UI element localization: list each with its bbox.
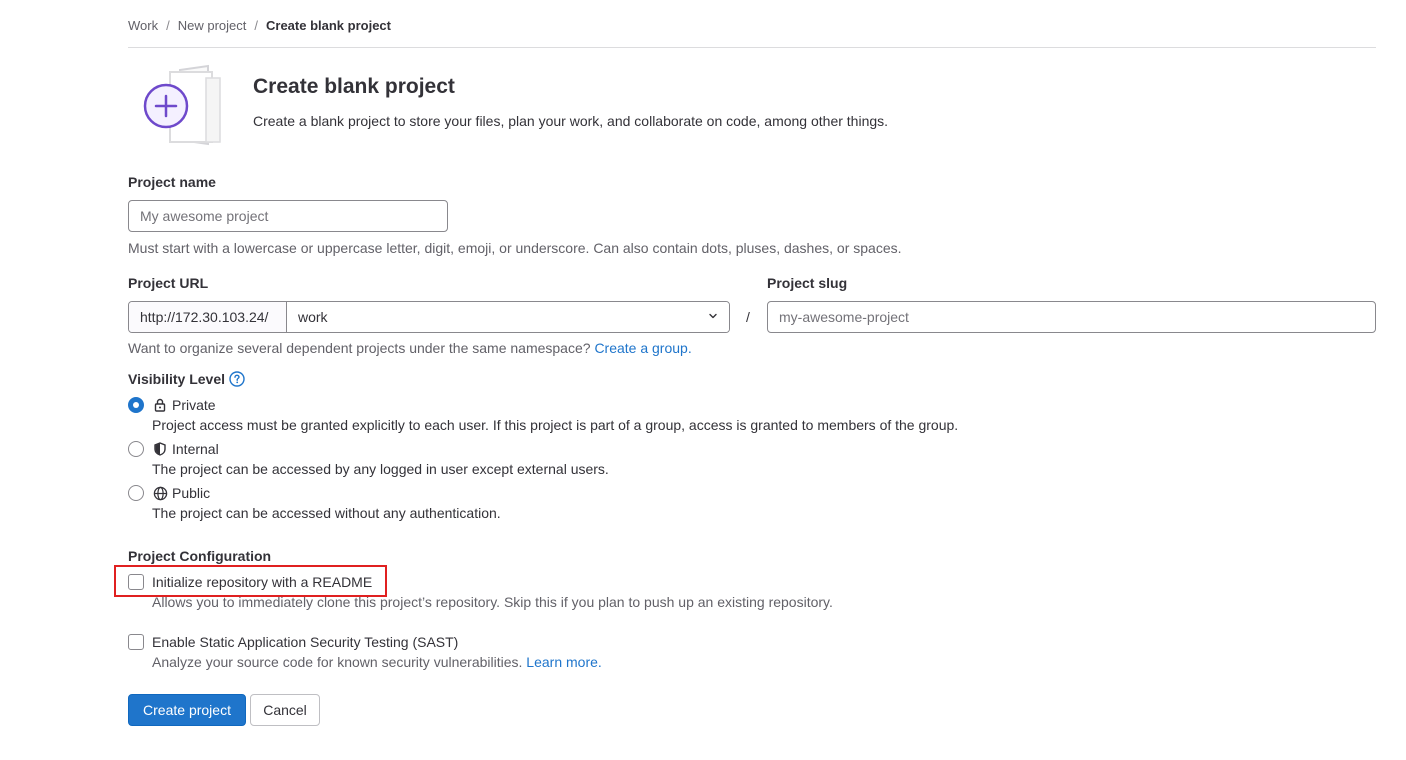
breadcrumb-separator: / (254, 17, 258, 33)
visibility-option-private[interactable]: Private (128, 396, 216, 414)
breadcrumb-current: Create blank project (266, 17, 391, 33)
shield-icon (152, 441, 168, 457)
namespace-selected-value: work (298, 309, 328, 325)
page-description: Create a blank project to store your fil… (253, 113, 889, 129)
project-name-input[interactable] (128, 200, 448, 232)
project-configuration-label: Project Configuration (128, 548, 272, 564)
breadcrumb-divider (128, 47, 1376, 48)
visibility-internal-label: Internal (172, 441, 219, 457)
sast-desc-text: Analyze your source code for known secur… (152, 654, 523, 670)
readme-highlight-box (114, 565, 387, 597)
readme-desc: Allows you to immediately clone this pro… (152, 594, 833, 610)
visibility-level-text: Visibility Level (128, 371, 226, 387)
page-title: Create blank project (253, 75, 455, 98)
project-url-prefix: http://172.30.103.24/ (129, 302, 287, 332)
project-url-label: Project URL (128, 275, 209, 291)
create-project-button[interactable]: Create project (128, 694, 246, 726)
cancel-button[interactable]: Cancel (250, 694, 320, 726)
visibility-internal-desc: The project can be accessed by any logge… (152, 461, 609, 477)
breadcrumb-item-new-project[interactable]: New project (178, 18, 247, 33)
sast-option[interactable]: Enable Static Application Security Testi… (128, 634, 458, 650)
visibility-private-desc: Project access must be granted explicitl… (152, 417, 959, 433)
visibility-internal-radio[interactable] (128, 441, 144, 457)
project-url-help-text: Want to organize several dependent proje… (128, 340, 591, 356)
url-slug-separator: / (746, 309, 750, 325)
project-slug-label: Project slug (767, 275, 848, 291)
sast-checkbox[interactable] (128, 634, 144, 650)
visibility-private-radio[interactable] (128, 397, 144, 413)
project-name-label: Project name (128, 174, 216, 190)
breadcrumb-item-work[interactable]: Work (128, 18, 158, 33)
breadcrumb-separator: / (166, 17, 170, 33)
project-name-help: Must start with a lowercase or uppercase… (128, 240, 902, 256)
lock-icon (152, 397, 168, 413)
namespace-select[interactable]: work (287, 302, 729, 332)
question-circle-icon[interactable] (229, 371, 245, 387)
create-group-link[interactable]: Create a group. (594, 340, 691, 356)
sast-desc: Analyze your source code for known secur… (152, 654, 602, 670)
sast-label: Enable Static Application Security Testi… (152, 634, 459, 650)
visibility-level-label: Visibility Level (128, 371, 245, 387)
visibility-public-desc: The project can be accessed without any … (152, 505, 501, 521)
visibility-private-label: Private (172, 397, 216, 413)
visibility-public-label: Public (172, 485, 211, 501)
learn-more-link[interactable]: Learn more. (526, 654, 601, 670)
visibility-public-radio[interactable] (128, 485, 144, 501)
project-url-help: Want to organize several dependent proje… (128, 340, 692, 356)
project-slug-input[interactable] (767, 301, 1376, 333)
globe-icon (152, 485, 168, 501)
breadcrumb: Work / New project / Create blank projec… (128, 16, 391, 34)
visibility-option-public[interactable]: Public (128, 484, 210, 502)
project-url-group: http://172.30.103.24/ work (128, 301, 730, 333)
chevron-down-icon (707, 309, 719, 325)
visibility-option-internal[interactable]: Internal (128, 440, 219, 458)
blank-project-illustration-icon (140, 64, 228, 148)
